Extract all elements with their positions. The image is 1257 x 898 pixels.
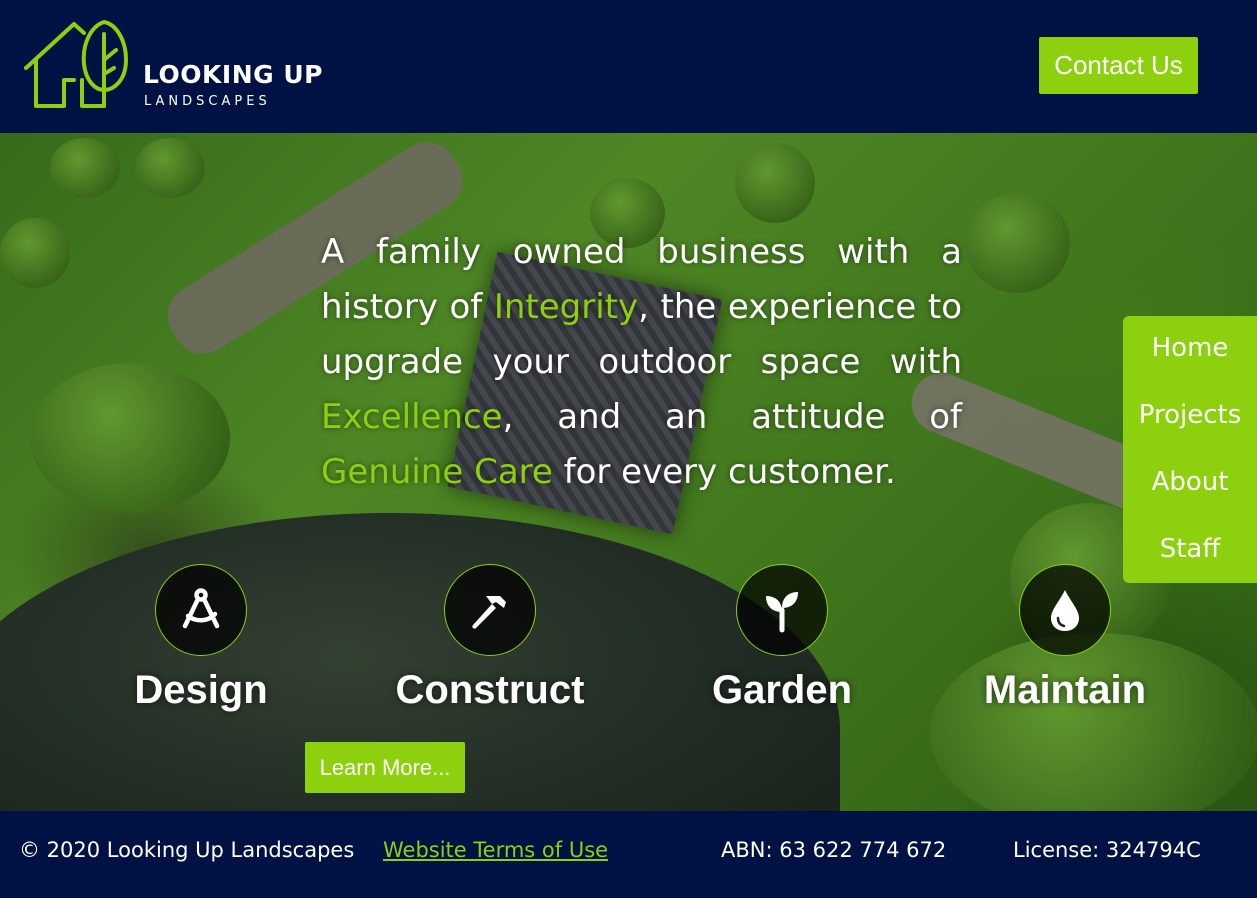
side-navigation: Home Projects About Staff (1123, 316, 1257, 583)
service-maintain[interactable]: Maintain (965, 564, 1165, 713)
seedling-icon (766, 592, 798, 633)
drafting-compass-icon (182, 588, 220, 629)
nav-item-about[interactable]: About (1123, 450, 1257, 517)
site-header: LOOKING UP LANDSCAPES Contact Us (0, 0, 1257, 133)
water-drop-icon (1051, 590, 1079, 631)
service-label: Garden (711, 668, 853, 712)
hammer-icon (472, 596, 506, 629)
tagline-highlight-integrity: Integrity (493, 287, 639, 327)
service-icon-circle[interactable] (444, 564, 536, 656)
license-text: License: 324794C (1013, 838, 1201, 862)
nav-item-projects[interactable]: Projects (1123, 383, 1257, 450)
house-tree-logo-icon (24, 20, 128, 108)
copyright-text: © 2020 Looking Up Landscapes (19, 838, 355, 862)
tagline-text: for every customer. (552, 452, 896, 492)
tagline-text: , and an attitude of (502, 397, 962, 437)
abn-text: ABN: 63 622 774 672 (721, 838, 947, 862)
service-icon-circle[interactable] (736, 564, 828, 656)
service-construct[interactable]: Construct (390, 564, 590, 713)
terms-of-use-link[interactable]: Website Terms of Use (383, 838, 608, 862)
service-label: Construct (395, 668, 585, 712)
service-icon-circle[interactable] (1019, 564, 1111, 656)
service-icon-circle[interactable] (155, 564, 247, 656)
nav-item-home[interactable]: Home (1123, 316, 1257, 383)
nav-item-staff[interactable]: Staff (1123, 517, 1257, 584)
logo-subtitle: LANDSCAPES (144, 94, 271, 109)
tagline-highlight-genuine-care: Genuine Care (321, 452, 553, 492)
service-label: Maintain (983, 668, 1147, 712)
tagline-highlight-excellence: Excellence (321, 397, 503, 437)
logo[interactable]: LOOKING UP LANDSCAPES (22, 20, 332, 115)
hero-tagline: A family owned business with a history o… (321, 225, 962, 500)
service-design[interactable]: Design (101, 564, 301, 713)
contact-us-button[interactable]: Contact Us (1039, 37, 1198, 94)
service-garden[interactable]: Garden (682, 564, 882, 713)
learn-more-button[interactable]: Learn More... (305, 742, 465, 793)
logo-name: LOOKING UP (143, 60, 323, 89)
site-footer: © 2020 Looking Up Landscapes Website Ter… (0, 811, 1257, 898)
service-label: Design (134, 668, 268, 712)
